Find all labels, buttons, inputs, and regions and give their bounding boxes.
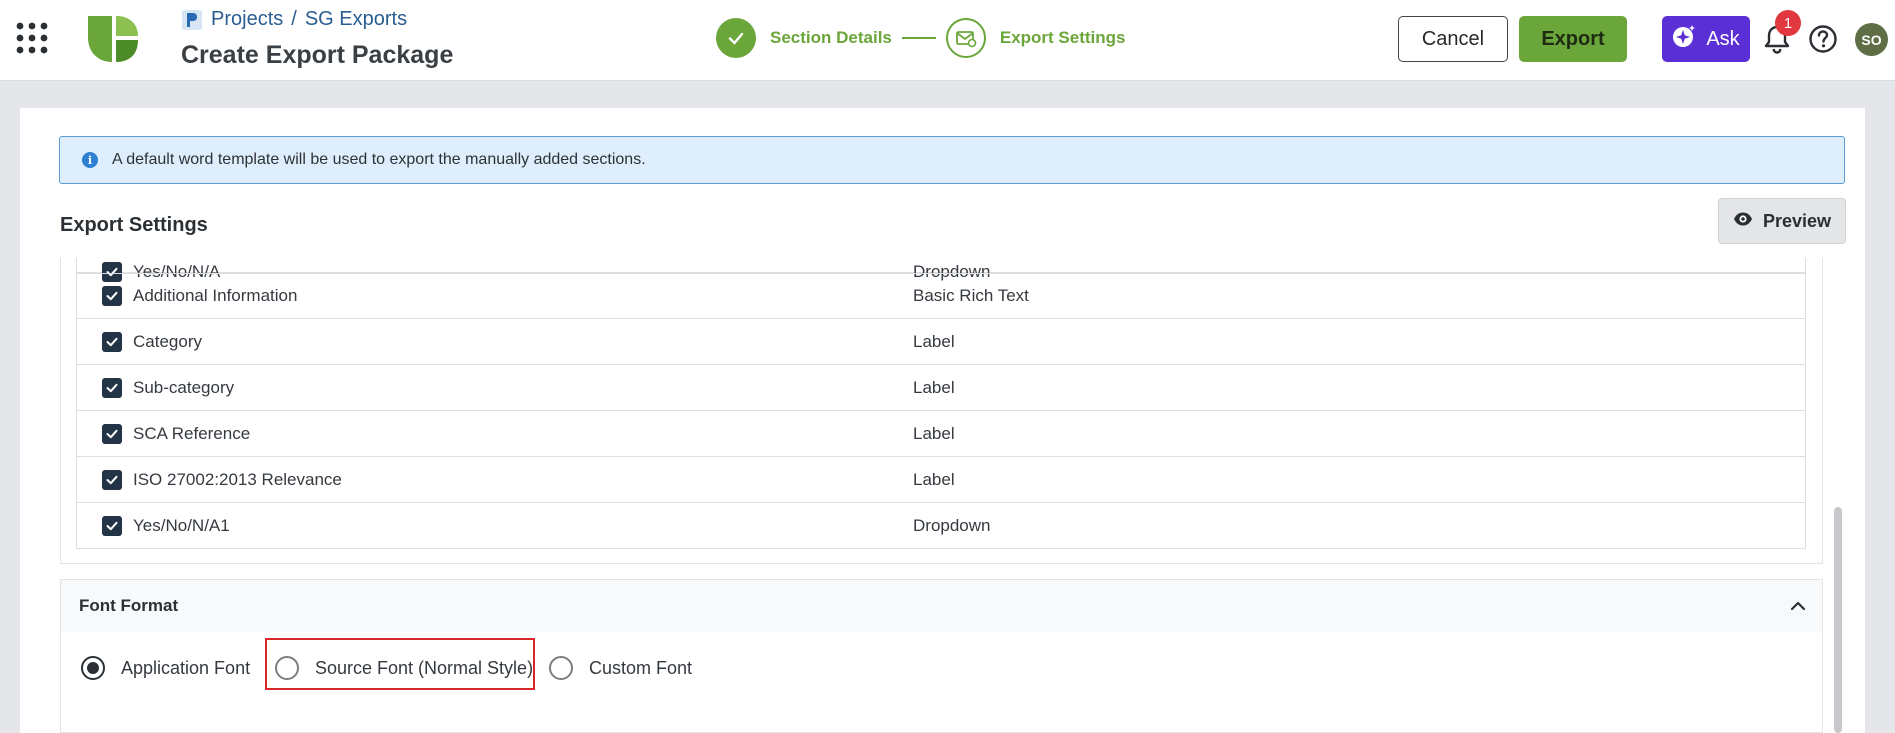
radio-source-font[interactable]: Source Font (Normal Style) (275, 656, 533, 680)
step-connector (901, 37, 936, 39)
eye-icon (1733, 209, 1753, 234)
project-icon (181, 9, 203, 31)
chevron-up-icon[interactable] (1786, 594, 1810, 618)
ask-button[interactable]: Ask (1662, 16, 1750, 62)
breadcrumb: Projects / SG Exports (181, 8, 453, 31)
radio-circle[interactable] (549, 656, 573, 680)
font-format-options: Application Font Source Font (Normal Sty… (61, 632, 1822, 733)
info-banner: i A default word template will be used t… (59, 136, 1845, 184)
field-name: Yes/No/N/A1 (133, 515, 230, 535)
preview-button[interactable]: Preview (1718, 198, 1846, 244)
row-checkbox[interactable] (102, 515, 122, 536)
field-type: Dropdown (913, 515, 991, 535)
header-titles: Projects / SG Exports Create Export Pack… (181, 8, 453, 70)
scrollbar[interactable] (1832, 495, 1844, 733)
table-row: Additional Information Basic Rich Text (76, 273, 1806, 319)
row-checkbox[interactable] (102, 469, 122, 490)
apps-grid-icon[interactable] (14, 20, 50, 56)
font-format-title: Font Format (79, 596, 179, 615)
row-checkbox[interactable] (102, 423, 122, 444)
radio-circle[interactable] (81, 656, 105, 680)
font-format-header[interactable]: Font Format (61, 580, 1822, 632)
cancel-button[interactable]: Cancel (1398, 16, 1508, 62)
field-name: SCA Reference (133, 423, 251, 443)
radio-circle[interactable] (275, 656, 299, 680)
radio-label: Source Font (Normal Style) (315, 657, 534, 678)
field-name: Category (133, 331, 202, 351)
radio-custom-font[interactable]: Custom Font (549, 656, 692, 680)
ask-label: Ask (1706, 27, 1740, 50)
table-row: Category Label (76, 319, 1806, 365)
radio-label: Application Font (121, 657, 251, 678)
radio-label: Custom Font (589, 657, 693, 678)
export-settings-icon (945, 18, 986, 58)
step-export-settings[interactable]: Export Settings (1000, 28, 1126, 48)
table-row: ISO 27002:2013 Relevance Label (76, 457, 1806, 503)
fields-table-body: Yes/No/N/A Dropdown Additional Informati… (76, 258, 1806, 549)
step-section-details[interactable]: Section Details (770, 28, 892, 48)
field-type: Label (913, 469, 955, 489)
info-banner-text: A default word template will be used to … (112, 151, 646, 168)
table-row: SCA Reference Label (76, 411, 1806, 457)
row-checkbox[interactable] (102, 377, 122, 398)
scrollbar-thumb[interactable] (1834, 507, 1842, 733)
field-type: Label (913, 423, 955, 443)
table-row: Sub-category Label (76, 365, 1806, 411)
table-row: Yes/No/N/A1 Dropdown (76, 503, 1806, 549)
stepper: Section Details Export Settings (716, 18, 1126, 58)
check-icon (716, 18, 756, 58)
table-row: Yes/No/N/A Dropdown (76, 258, 1806, 282)
breadcrumb-projects[interactable]: Projects (211, 8, 283, 31)
export-button[interactable]: Export (1519, 16, 1627, 62)
field-type: Label (913, 377, 955, 397)
field-name: Sub-category (133, 377, 235, 397)
field-name: Additional Information (133, 286, 298, 305)
font-format-section: Font Format Application Font Source Font… (60, 579, 1823, 733)
notification-badge: 1 (1775, 10, 1801, 36)
top-header: Projects / SG Exports Create Export Pack… (0, 0, 1895, 81)
info-icon: i (82, 152, 98, 168)
field-type: Basic Rich Text (913, 286, 1029, 305)
help-icon[interactable] (1808, 24, 1838, 54)
brand-logo[interactable] (86, 12, 140, 66)
main-panel: i A default word template will be used t… (20, 108, 1865, 733)
breadcrumb-current[interactable]: SG Exports (305, 8, 407, 31)
row-checkbox[interactable] (102, 331, 122, 352)
page-title: Create Export Package (181, 41, 454, 69)
radio-dot (87, 662, 99, 674)
fields-table[interactable]: Yes/No/N/A Dropdown Additional Informati… (60, 258, 1823, 564)
row-checkbox[interactable] (102, 286, 122, 306)
radio-application-font[interactable]: Application Font (81, 656, 250, 680)
avatar[interactable]: SO (1855, 23, 1888, 56)
field-type: Label (913, 331, 955, 351)
field-name: ISO 27002:2013 Relevance (133, 469, 342, 489)
preview-label: Preview (1762, 210, 1832, 231)
sparkle-icon (1672, 24, 1696, 54)
breadcrumb-separator: / (291, 8, 297, 30)
export-settings-title: Export Settings (60, 214, 208, 236)
